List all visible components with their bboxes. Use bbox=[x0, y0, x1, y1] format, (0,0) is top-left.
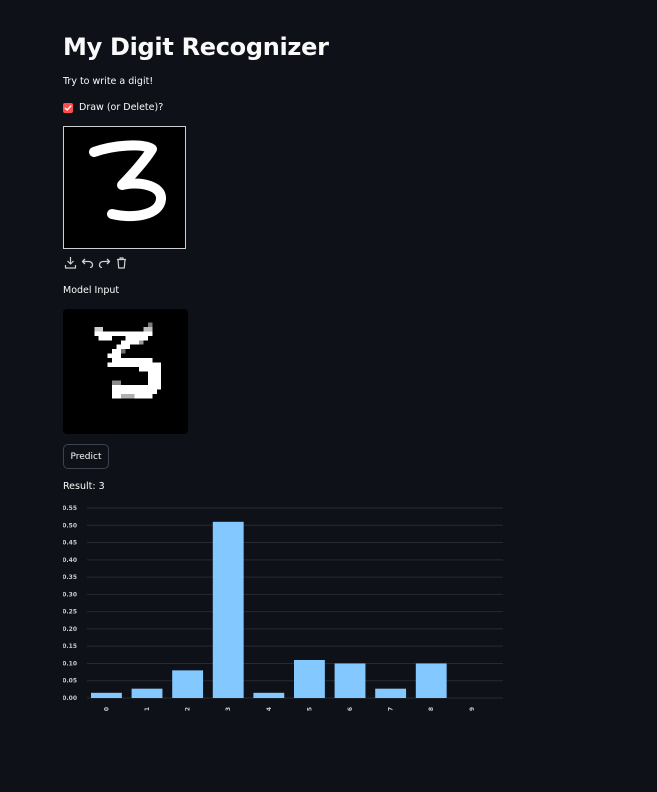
canvas-toolbar bbox=[63, 255, 129, 270]
result-text: Result: 3 bbox=[63, 481, 105, 492]
page-subtitle: Try to write a digit! bbox=[63, 76, 154, 87]
trash-icon[interactable] bbox=[114, 255, 129, 270]
x-tick-label: 9 bbox=[469, 707, 476, 711]
predict-button[interactable]: Predict bbox=[63, 444, 109, 469]
y-tick-label: 0.50 bbox=[63, 522, 77, 529]
x-tick-label: 2 bbox=[185, 707, 192, 711]
y-tick-label: 0.55 bbox=[63, 505, 77, 512]
x-tick-label: 8 bbox=[428, 707, 435, 711]
bar-6 bbox=[334, 663, 366, 698]
checkbox-checked-icon[interactable] bbox=[63, 102, 73, 113]
page-title: My Digit Recognizer bbox=[63, 33, 329, 61]
x-tick-label: 4 bbox=[266, 707, 273, 711]
model-input-image bbox=[63, 309, 188, 434]
bar-3 bbox=[212, 521, 244, 698]
y-tick-label: 0.35 bbox=[63, 574, 77, 581]
y-tick-label: 0.05 bbox=[63, 678, 77, 685]
y-tick-label: 0.40 bbox=[63, 557, 77, 564]
y-tick-label: 0.15 bbox=[63, 643, 77, 650]
x-tick-label: 6 bbox=[347, 707, 354, 711]
y-tick-label: 0.45 bbox=[63, 540, 77, 547]
bar-8 bbox=[415, 663, 447, 698]
undo-icon[interactable] bbox=[80, 255, 95, 270]
bar-4 bbox=[253, 692, 285, 698]
y-tick-label: 0.00 bbox=[63, 695, 77, 702]
bar-7 bbox=[375, 688, 407, 698]
pixelated-digit-image bbox=[94, 322, 162, 399]
draw-checkbox-label: Draw (or Delete)? bbox=[79, 102, 164, 113]
y-tick-label: 0.20 bbox=[63, 626, 77, 633]
x-tick-label: 1 bbox=[144, 707, 151, 711]
y-tick-label: 0.10 bbox=[63, 660, 77, 667]
model-input-label: Model Input bbox=[63, 285, 120, 296]
redo-icon[interactable] bbox=[97, 255, 112, 270]
y-tick-label: 0.30 bbox=[63, 591, 77, 598]
x-tick-label: 7 bbox=[388, 707, 395, 711]
draw-checkbox[interactable]: Draw (or Delete)? bbox=[63, 102, 163, 113]
bar-0 bbox=[91, 692, 122, 698]
bar-1 bbox=[131, 688, 163, 698]
probability-bar-chart: 0.00 0.05 0.10 0.15 0.20 0.25 0.30 0.35 0.40 0.45… bbox=[63, 505, 503, 711]
y-tick-label: 0.25 bbox=[63, 609, 77, 616]
handwritten-digit-drawing bbox=[89, 140, 166, 221]
bar-5 bbox=[294, 660, 325, 698]
x-tick-label: 3 bbox=[225, 707, 232, 711]
drawing-canvas[interactable] bbox=[63, 126, 186, 249]
x-tick-label: 5 bbox=[306, 707, 313, 711]
x-tick-label: 0 bbox=[103, 707, 110, 711]
bar-2 bbox=[172, 670, 204, 698]
download-icon[interactable] bbox=[63, 255, 78, 270]
